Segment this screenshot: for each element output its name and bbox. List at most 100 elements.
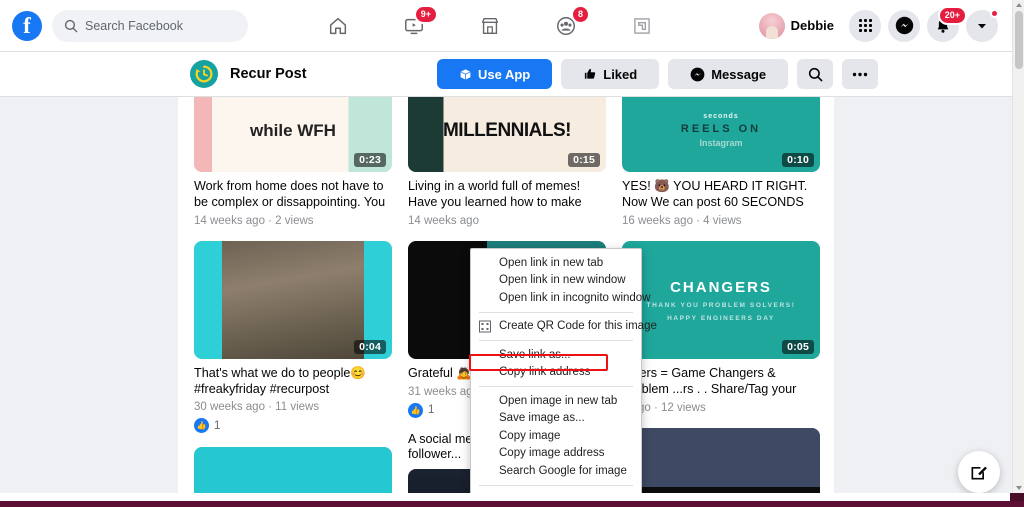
qr-code-icon [478, 320, 491, 333]
video-title[interactable]: That's what we do to people😊 #freakyfrid… [194, 366, 392, 397]
video-title[interactable]: Living in a world full of memes! Have yo… [408, 179, 606, 211]
page-more-button[interactable] [842, 59, 879, 89]
apps-menu-button[interactable] [849, 9, 881, 42]
context-menu-item-label: Save image as... [499, 412, 585, 425]
account-menu-button[interactable] [966, 8, 999, 42]
context-menu-item-copy-image[interactable]: Copy image [471, 427, 641, 445]
thumbnail-art-text-2: REELS ON [680, 123, 762, 135]
context-menu-item-copy-link-address[interactable]: Copy link address [471, 364, 641, 382]
video-item: 0:04 That's what we do to people😊 #freak… [194, 241, 392, 433]
liked-button[interactable]: Liked [561, 59, 660, 89]
messenger-button[interactable] [888, 9, 920, 42]
video-title[interactable]: YES! 🐻 YOU HEARD IT RIGHT. Now We can po… [622, 179, 820, 211]
video-thumbnail[interactable]: MILLENNIALS! 0:15 [408, 97, 606, 172]
messenger-icon [895, 16, 913, 35]
video-item: seconds REELS ON Instagram 0:10 YES! 🐻 Y… [622, 97, 820, 227]
nav-watch[interactable]: 9+ [376, 3, 452, 49]
avatar [758, 12, 785, 39]
video-item: TEAC🪑ER We salute them for their selfles… [194, 447, 392, 493]
search-input[interactable] [85, 18, 235, 33]
context-menu-item-label: Create QR Code for this image [499, 320, 657, 333]
video-duration: 0:15 [568, 153, 600, 167]
context-menu-item-label: Open link in incognito window [499, 291, 651, 304]
context-menu-item-label: Copy image [499, 429, 561, 442]
thumbnail-art-text-1: CHANGERS [670, 278, 772, 296]
nav-home[interactable] [300, 3, 376, 49]
gaming-icon [634, 17, 650, 34]
notifications-badge: 20+ [937, 5, 967, 25]
facebook-top-bar: f 9+ [0, 0, 1012, 52]
messenger-icon [690, 67, 705, 81]
page-header-bar: Recur Post Use App Liked Message [0, 52, 1012, 97]
thumbnail-art-text-1: seconds [703, 113, 739, 120]
context-menu-item-open-image-new-tab[interactable]: Open image in new tab [471, 392, 641, 410]
ellipsis-icon [852, 72, 868, 76]
video-title[interactable]: Work from home does not have to be compl… [194, 179, 392, 211]
context-menu-separator [479, 311, 633, 313]
video-thumbnail[interactable]: BEST BLOGGING TOOLS THAT EVERY BLOGGER S… [622, 428, 820, 493]
message-button[interactable]: Message [668, 59, 789, 89]
context-menu-item-save-link-as[interactable]: Save link as... [471, 346, 641, 364]
vertical-scrollbar[interactable] [1012, 0, 1024, 493]
video-column-1: while WFH 0:23 Work from home does not h… [186, 97, 400, 493]
nav-marketplace[interactable] [452, 3, 528, 49]
thumbnail-art-text-2: THANK YOU PROBLEM SOLVERS! [646, 301, 796, 309]
message-label: Message [711, 66, 767, 82]
video-thumbnail[interactable]: seconds REELS ON Instagram 0:10 [622, 97, 820, 172]
search-icon [808, 67, 823, 81]
search-input-wrapper[interactable] [52, 9, 248, 42]
context-menu-item-label: Open link in new window [499, 274, 626, 287]
like-count: 1 [214, 419, 221, 432]
use-app-label: Use App [478, 66, 531, 82]
video-title[interactable]: ...eers = Game Changers & Problem ...rs … [622, 366, 820, 398]
video-thumbnail[interactable]: 0:04 [194, 241, 392, 359]
home-icon [329, 17, 347, 34]
video-item: BEST BLOGGING TOOLS THAT EVERY BLOGGER S… [622, 428, 820, 493]
video-meta: ...ago · 12 views [622, 402, 706, 414]
marketplace-icon [481, 17, 499, 34]
scroll-up-arrow-icon[interactable] [1016, 3, 1022, 7]
thumbnail-art-text: while WFH [250, 120, 336, 140]
use-app-button[interactable]: Use App [437, 59, 553, 89]
context-menu-item-label: Open link in new tab [499, 256, 604, 269]
profile-name: Debbie [790, 18, 834, 33]
context-menu-item-label: Open image in new tab [499, 394, 618, 407]
recurpost-clock-logo[interactable] [190, 60, 218, 88]
scrollbar-thumb[interactable] [1015, 11, 1023, 69]
video-thumbnail[interactable]: while WFH 0:23 [194, 97, 392, 172]
video-likes: 👍 1 [194, 418, 392, 433]
context-menu-item-open-link-new-window[interactable]: Open link in new window [471, 272, 641, 290]
cube-icon [460, 68, 471, 80]
facebook-logo-icon[interactable]: f [12, 10, 42, 41]
page-action-buttons: Use App Liked Message [437, 59, 879, 89]
nav-gaming[interactable] [604, 3, 680, 49]
notifications-button[interactable]: 20+ [927, 5, 967, 42]
thumbnail-art: BEST BLOGGING TOOLS THAT EVERY BLOGGER S… [622, 428, 820, 493]
context-menu-item-save-image-as[interactable]: Save image as... [471, 410, 641, 428]
context-menu-item-search-google-for-image[interactable]: Search Google for image [471, 462, 641, 480]
video-thumbnail[interactable]: CHANGERS THANK YOU PROBLEM SOLVERS! HAPP… [622, 241, 820, 359]
page-search-button[interactable] [797, 59, 834, 89]
taskbar-strip [0, 501, 1024, 507]
video-duration: 0:05 [782, 340, 814, 354]
scroll-down-arrow-icon[interactable] [1016, 486, 1022, 490]
compose-button[interactable] [958, 451, 1000, 493]
context-menu-separator [479, 484, 633, 486]
video-item: while WFH 0:23 Work from home does not h… [194, 97, 392, 227]
context-menu-item-open-link-new-tab[interactable]: Open link in new tab [471, 254, 641, 272]
context-menu-item-open-link-incognito[interactable]: Open link in incognito window [471, 289, 651, 307]
chevron-down-icon [978, 23, 986, 28]
thumbs-up-icon [585, 68, 596, 79]
video-duration: 0:10 [782, 153, 814, 167]
page-title: Recur Post [230, 66, 307, 82]
profile-chip[interactable]: Debbie [757, 11, 842, 41]
context-menu-item-copy-image-address[interactable]: Copy image address [471, 445, 641, 463]
groups-badge: 8 [570, 4, 590, 24]
like-icon: 👍 [408, 402, 423, 418]
video-thumbnail[interactable]: TEAC🪑ER We salute them for their selfles… [194, 447, 392, 493]
nav-groups[interactable]: 8 [528, 3, 604, 49]
search-icon [64, 19, 78, 32]
context-menu-separator [479, 386, 633, 387]
top-bar-right-actions: Debbie 20+ [757, 5, 999, 42]
context-menu-item-create-qr-code[interactable]: Create QR Code for this image [471, 318, 657, 336]
